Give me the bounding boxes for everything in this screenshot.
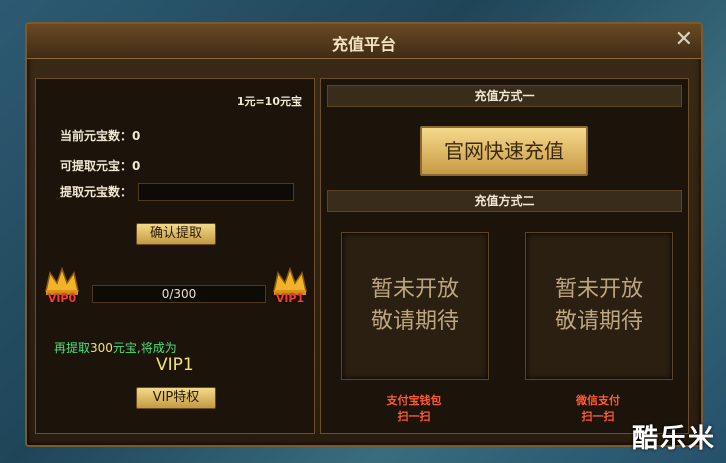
wechat-status-line1: 暂未开放 <box>554 277 643 302</box>
official-recharge-button[interactable]: 官网快速充值 <box>420 126 588 176</box>
next-vip-level: VIP1 <box>156 355 194 375</box>
vip-upgrade-hint: 再提取300元宝,将成为 <box>54 341 177 355</box>
recharge-window: 充值平台 ✕ 1元=10元宝 当前元宝数：0 可提取元宝：0 提取元宝数： 确认… <box>25 22 703 447</box>
vip1-crown: VIP1 <box>270 265 310 305</box>
close-icon[interactable]: ✕ <box>675 28 693 52</box>
vip0-crown: VIP0 <box>42 265 82 305</box>
withdraw-amount-input[interactable] <box>138 183 294 201</box>
withdraw-panel: 1元=10元宝 当前元宝数：0 可提取元宝：0 提取元宝数： 确认提取 VIP0… <box>35 78 315 434</box>
window-title: 充值平台 <box>331 35 396 54</box>
watermark-logo: 酷乐米 <box>631 424 716 454</box>
withdrawable-ingots-label: 可提取元宝：0 <box>60 159 141 173</box>
recharge-methods-panel: 充值方式一 官网快速充值 充值方式二 暂未开放 敬请期待 支付宝钱包 扫一扫 暂未… <box>320 78 689 434</box>
vip-privilege-button[interactable]: VIP特权 <box>136 387 216 409</box>
method-two-header: 充值方式二 <box>327 190 682 212</box>
method-one-header: 充值方式一 <box>327 85 682 107</box>
vip-from-label: VIP0 <box>47 292 77 305</box>
current-ingots-value: 0 <box>132 129 141 143</box>
confirm-withdraw-button[interactable]: 确认提取 <box>136 223 216 245</box>
current-ingots-label: 当前元宝数：0 <box>60 129 141 143</box>
exchange-rate: 1元=10元宝 <box>236 95 302 108</box>
wechat-status-line2: 敬请期待 <box>554 309 643 334</box>
alipay-caption: 支付宝钱包 扫一扫 <box>386 394 442 423</box>
alipay-qr-box: 暂未开放 敬请期待 <box>341 232 489 380</box>
withdrawable-ingots-value: 0 <box>132 159 141 173</box>
vip-progress-bar: 0/300 <box>92 285 266 303</box>
wechat-qr-box: 暂未开放 敬请期待 <box>525 232 673 380</box>
alipay-status-line1: 暂未开放 <box>370 277 459 302</box>
title-bar: 充值平台 ✕ <box>27 24 701 59</box>
withdraw-amount-label: 提取元宝数： <box>60 185 133 199</box>
vip-progress-text: 0/300 <box>161 287 197 301</box>
vip-to-label: VIP1 <box>275 292 305 305</box>
alipay-status-line2: 敬请期待 <box>370 309 459 334</box>
